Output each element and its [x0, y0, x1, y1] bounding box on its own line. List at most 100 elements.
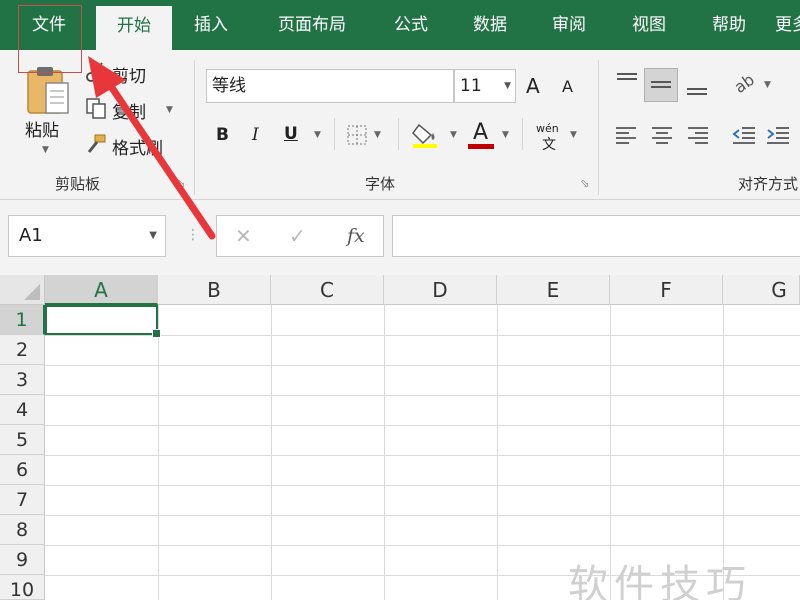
- font-size-combo[interactable]: 11 ▼: [454, 69, 516, 103]
- gridline: [45, 425, 800, 426]
- borders-dropdown-icon[interactable]: ▼: [374, 130, 381, 140]
- align-bottom-icon[interactable]: [682, 74, 712, 100]
- orientation-icon[interactable]: ab: [730, 70, 760, 96]
- font-size-value: 11: [460, 76, 482, 96]
- paste-button[interactable]: 粘贴: [25, 116, 59, 141]
- group-separator: [194, 60, 195, 195]
- borders-icon[interactable]: [344, 122, 370, 148]
- row-header-5[interactable]: 5: [0, 425, 45, 455]
- font-name-value: 等线: [212, 76, 246, 96]
- formula-bar: A1 ▼ ⋮ ✕ ✓ fx: [0, 200, 800, 275]
- row-header-4[interactable]: 4: [0, 395, 45, 425]
- gridline: [271, 305, 272, 600]
- align-middle-icon[interactable]: [644, 68, 678, 102]
- gridline: [497, 305, 498, 600]
- tab-review[interactable]: 审阅: [538, 0, 600, 50]
- dialog-launcher-icon[interactable]: ⬂: [174, 176, 188, 190]
- copy-icon[interactable]: [84, 96, 108, 120]
- gridline: [45, 455, 800, 456]
- row-header-2[interactable]: 2: [0, 335, 45, 365]
- scissors-icon[interactable]: [84, 60, 108, 84]
- increase-indent-icon[interactable]: [764, 122, 792, 148]
- tab-data[interactable]: 数据: [459, 0, 521, 50]
- column-header-f[interactable]: F: [610, 275, 723, 305]
- column-header-b[interactable]: B: [158, 275, 271, 305]
- chevron-down-icon: ▼: [149, 230, 157, 241]
- ribbon-home: 粘贴 ▼ 剪切 复制 ▼ 格式刷 剪贴板 ⬂ 等线 11 ▼ A A B I U…: [0, 50, 800, 200]
- name-box[interactable]: A1 ▼: [8, 215, 166, 257]
- underline-dropdown-icon[interactable]: ▼: [314, 130, 321, 140]
- cancel-icon[interactable]: ✕: [235, 216, 252, 256]
- column-header-d[interactable]: D: [384, 275, 497, 305]
- bold-button[interactable]: B: [216, 125, 229, 145]
- phonetic-dropdown-icon[interactable]: ▼: [570, 130, 577, 140]
- decrease-indent-icon[interactable]: [730, 122, 758, 148]
- copy-button[interactable]: 复制: [112, 98, 146, 123]
- orientation-dropdown-icon[interactable]: ▼: [764, 80, 771, 90]
- row-header-7[interactable]: 7: [0, 485, 45, 515]
- mini-separator: [522, 118, 523, 150]
- underline-button[interactable]: U: [284, 124, 298, 144]
- tab-formulas[interactable]: 公式: [380, 0, 442, 50]
- column-header-c[interactable]: C: [271, 275, 384, 305]
- font-color-swatch: [468, 144, 494, 149]
- gridline: [384, 305, 385, 600]
- font-group-label: 字体: [365, 175, 396, 193]
- tab-more[interactable]: 更多: [772, 0, 800, 50]
- ribbon-tab-bar: 文件 开始 插入 页面布局 公式 数据 审阅 视图 帮助 更多: [0, 0, 800, 50]
- column-header-a[interactable]: A: [45, 275, 158, 305]
- row-header-8[interactable]: 8: [0, 515, 45, 545]
- tab-insert[interactable]: 插入: [180, 0, 242, 50]
- font-color-button[interactable]: A: [473, 120, 488, 145]
- tab-help[interactable]: 帮助: [698, 0, 760, 50]
- column-header-e[interactable]: E: [497, 275, 610, 305]
- format-painter-button[interactable]: 格式刷: [112, 134, 163, 159]
- column-header-g[interactable]: G: [723, 275, 800, 305]
- shrink-font-button[interactable]: A: [562, 77, 573, 96]
- tab-page-layout[interactable]: 页面布局: [262, 0, 362, 50]
- row-header-3[interactable]: 3: [0, 365, 45, 395]
- align-center-icon[interactable]: [648, 122, 676, 148]
- svg-text:ab: ab: [732, 71, 758, 95]
- row-header-10[interactable]: 10: [0, 575, 45, 600]
- more-options-icon[interactable]: ⋮: [186, 227, 200, 243]
- align-right-icon[interactable]: [684, 122, 712, 148]
- font-color-dropdown-icon[interactable]: ▼: [502, 130, 509, 140]
- align-top-icon[interactable]: [612, 68, 642, 94]
- tab-home[interactable]: 开始: [96, 6, 172, 50]
- name-box-value: A1: [19, 225, 43, 246]
- dialog-launcher-icon[interactable]: ⬂: [578, 176, 592, 190]
- clipboard-group-label: 剪贴板: [55, 175, 101, 193]
- row-header-1[interactable]: 1: [0, 305, 45, 335]
- formula-input[interactable]: [392, 215, 800, 257]
- grow-font-button[interactable]: A: [526, 74, 540, 98]
- paste-dropdown-icon[interactable]: ▼: [42, 145, 49, 155]
- annotation-highlight-box: [18, 5, 82, 73]
- chevron-down-icon: ▼: [504, 81, 511, 91]
- select-all-corner[interactable]: [0, 275, 45, 305]
- row-header-9[interactable]: 9: [0, 545, 45, 575]
- gridline: [45, 545, 800, 546]
- row-header-6[interactable]: 6: [0, 455, 45, 485]
- paintbrush-icon[interactable]: [84, 132, 108, 156]
- gridline: [45, 485, 800, 486]
- fill-color-icon[interactable]: [410, 120, 442, 150]
- alignment-group-label: 对齐方式: [738, 175, 799, 193]
- gridline: [45, 365, 800, 366]
- insert-function-icon[interactable]: fx: [347, 216, 365, 256]
- group-separator: [598, 60, 599, 195]
- phonetic-guide-char: 文: [542, 137, 556, 153]
- active-cell-a1[interactable]: [45, 305, 161, 338]
- font-name-combo[interactable]: 等线: [206, 69, 454, 103]
- fill-color-dropdown-icon[interactable]: ▼: [450, 130, 457, 140]
- mini-separator: [398, 118, 399, 150]
- gridline: [158, 305, 159, 600]
- align-left-icon[interactable]: [612, 122, 640, 148]
- gridline: [45, 395, 800, 396]
- mini-separator: [334, 118, 335, 150]
- tab-view[interactable]: 视图: [618, 0, 680, 50]
- italic-button[interactable]: I: [252, 125, 259, 145]
- enter-icon[interactable]: ✓: [289, 216, 306, 256]
- copy-dropdown-icon[interactable]: ▼: [166, 105, 173, 115]
- cut-button[interactable]: 剪切: [112, 62, 146, 87]
